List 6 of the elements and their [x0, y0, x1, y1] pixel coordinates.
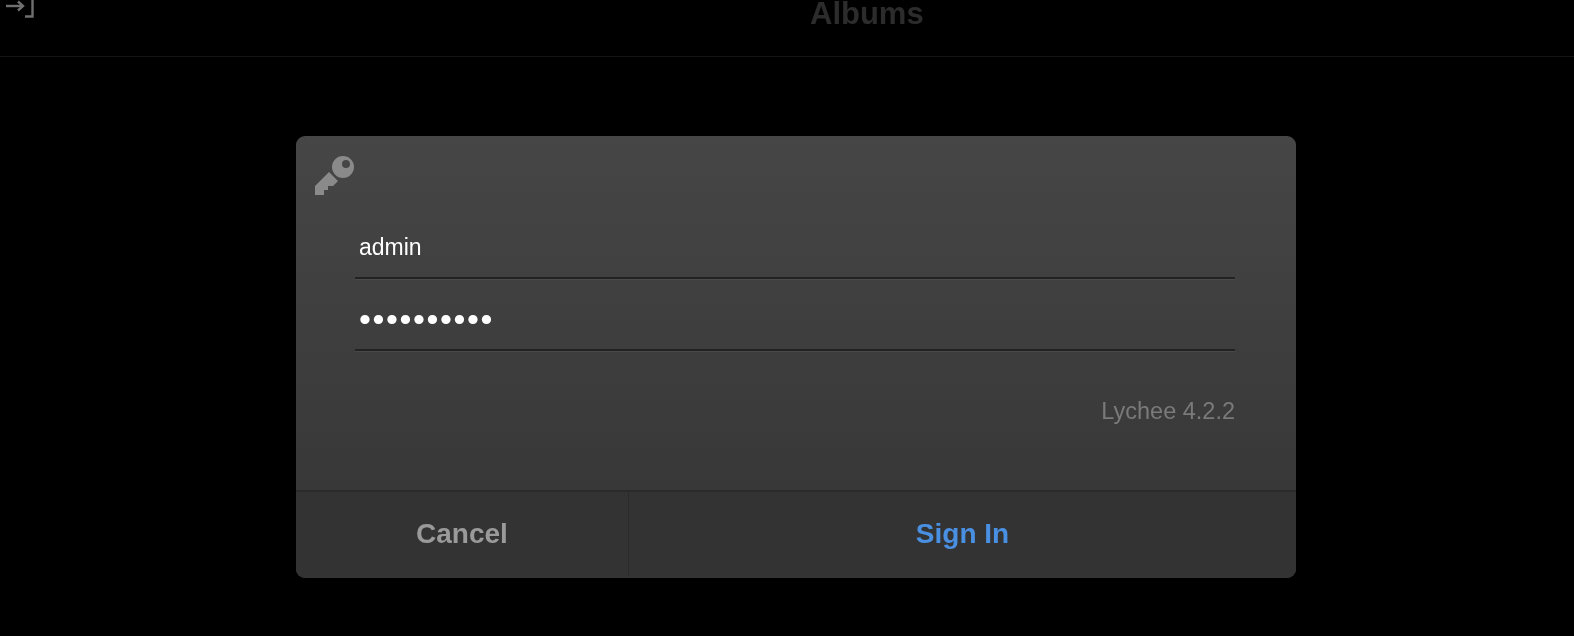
sign-in-icon[interactable]	[4, 0, 34, 18]
username-field[interactable]: admin	[355, 207, 1235, 279]
cancel-button[interactable]: Cancel	[296, 492, 629, 577]
version-label: Lychee 4.2.2	[1101, 397, 1235, 426]
password-field[interactable]: ••••••••••	[355, 279, 1235, 351]
key-icon	[315, 155, 355, 195]
